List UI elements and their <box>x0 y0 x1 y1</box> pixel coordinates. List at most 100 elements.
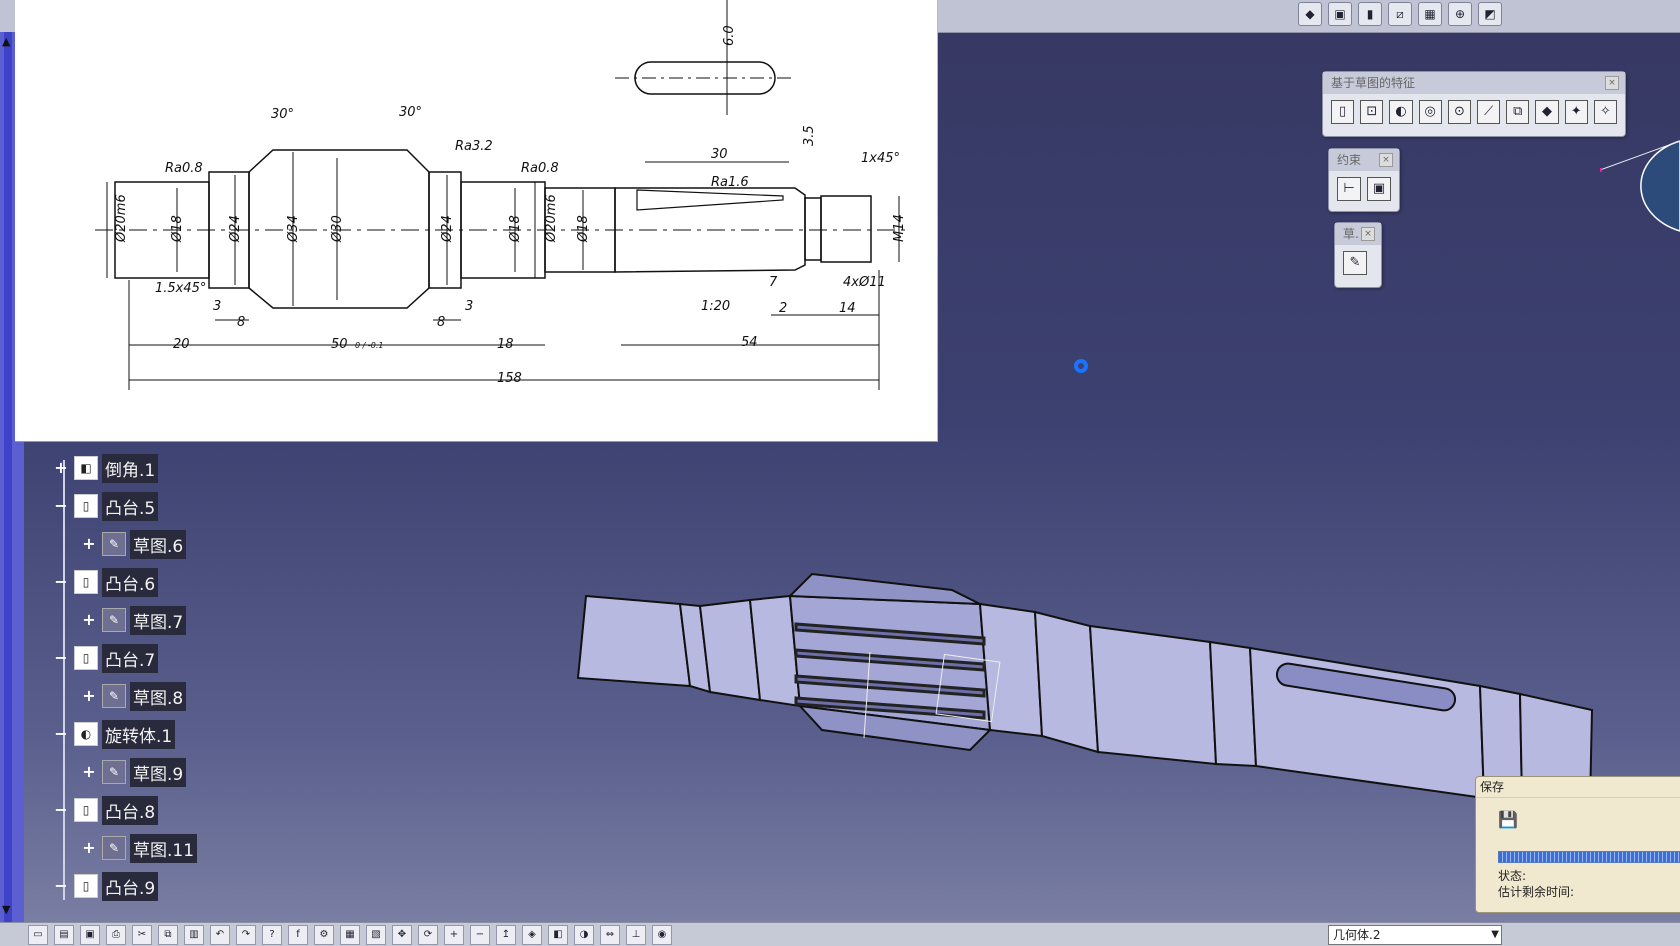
tree-node-label[interactable]: 倒角.1 <box>102 453 159 483</box>
undo-icon[interactable]: ↶ <box>210 925 230 945</box>
tree-node-sketch-8[interactable]: + ✎ 草图.8 <box>82 681 187 711</box>
tree-node-sketch-6[interactable]: + ✎ 草图.6 <box>82 529 187 559</box>
tree-node-sketch-7[interactable]: + ✎ 草图.7 <box>82 605 187 635</box>
redo-icon[interactable]: ↷ <box>236 925 256 945</box>
macro-icon[interactable]: ▧ <box>366 925 386 945</box>
expand-icon[interactable]: + <box>82 764 96 780</box>
solid-icon[interactable]: ◆ <box>1298 2 1322 26</box>
expand-icon[interactable]: + <box>82 688 96 704</box>
tree-node-pad-8[interactable]: − ▯ 凸台.8 <box>54 795 159 825</box>
slot-icon[interactable]: ⧉ <box>1506 100 1530 124</box>
tree-node-label[interactable]: 草图.6 <box>130 529 187 559</box>
expand-icon[interactable]: + <box>54 460 68 476</box>
measure-icon[interactable]: ⇔ <box>600 925 620 945</box>
pocket-icon[interactable]: ⊡ <box>1360 100 1384 124</box>
stiffener-icon[interactable]: ◆ <box>1535 100 1559 124</box>
panel-title[interactable]: 草. × <box>1335 223 1381 245</box>
tree-node-chamfer-1[interactable]: + ◧ 倒角.1 <box>54 453 159 483</box>
plane-icon[interactable]: ◩ <box>1478 2 1502 26</box>
tree-node-label[interactable]: 草图.7 <box>130 605 187 635</box>
expand-icon[interactable]: + <box>82 536 96 552</box>
expand-icon[interactable]: + <box>82 840 96 856</box>
panel-title[interactable]: 约束 × <box>1329 149 1399 171</box>
rotate-icon[interactable]: ⟳ <box>418 925 438 945</box>
tree-node-label[interactable]: 草图.11 <box>130 833 198 863</box>
save-progress-dialog[interactable]: 保存 💾 状态: 估计剩余时间: <box>1475 776 1680 913</box>
tree-node-label[interactable]: 草图.8 <box>130 681 187 711</box>
tree-node-label[interactable]: 凸台.9 <box>102 871 159 901</box>
collapse-icon[interactable]: − <box>54 498 68 514</box>
scroll-up-icon[interactable]: ▲ <box>2 36 14 48</box>
knowledge-icon[interactable]: ⚙ <box>314 925 334 945</box>
pad-icon[interactable]: ▯ <box>1331 100 1355 124</box>
iso-view-icon[interactable]: ◈ <box>522 925 542 945</box>
expand-icon[interactable]: + <box>82 612 96 628</box>
collapse-icon[interactable]: − <box>54 802 68 818</box>
zoom-in-icon[interactable]: + <box>444 925 464 945</box>
shaft-3d-model[interactable] <box>560 560 1620 830</box>
scroll-down-icon[interactable]: ▼ <box>2 904 14 916</box>
close-icon[interactable]: × <box>1361 227 1375 241</box>
copy-icon[interactable]: ⧉ <box>158 925 178 945</box>
box-icon[interactable]: ▣ <box>1328 2 1352 26</box>
new-file-icon[interactable]: ▭ <box>28 925 48 945</box>
collapse-icon[interactable]: − <box>54 574 68 590</box>
cut-icon[interactable]: ✂ <box>132 925 152 945</box>
tree-node-label[interactable]: 旋转体.1 <box>102 719 176 749</box>
pan-icon[interactable]: ✥ <box>392 925 412 945</box>
remove-loft-icon[interactable]: ✧ <box>1593 100 1618 124</box>
tree-node-label[interactable]: 凸台.6 <box>102 567 159 597</box>
table-icon[interactable]: ▦ <box>340 925 360 945</box>
close-icon[interactable]: × <box>1605 76 1619 90</box>
panel-title[interactable]: 基于草图的特征 × <box>1323 72 1625 94</box>
tree-node-pad-6[interactable]: − ▯ 凸台.6 <box>54 567 159 597</box>
whats-this-icon[interactable]: ? <box>262 925 282 945</box>
constraint-panel[interactable]: 约束 × ⊢ ▣ <box>1328 148 1400 212</box>
hole-icon[interactable]: ⊙ <box>1447 100 1472 124</box>
print-icon[interactable]: ⎙ <box>106 925 126 945</box>
axis-compass-icon[interactable] <box>1600 136 1680 236</box>
hide-show-icon[interactable]: ◑ <box>574 925 594 945</box>
groove-icon[interactable]: ◎ <box>1418 100 1442 124</box>
sketch-based-features-panel[interactable]: 基于草图的特征 × ▯ ⊡ ◐ ◎ ⊙ ⟋ ⧉ ◆ ✦ ✧ <box>1322 71 1626 137</box>
tree-node-label[interactable]: 凸台.7 <box>102 643 159 673</box>
paste-icon[interactable]: ▥ <box>184 925 204 945</box>
tree-node-label[interactable]: 草图.9 <box>130 757 187 787</box>
busy-cursor-icon <box>1074 359 1088 373</box>
collapse-icon[interactable]: − <box>54 650 68 666</box>
tree-node-sketch-9[interactable]: + ✎ 草图.9 <box>82 757 187 787</box>
zoom-out-icon[interactable]: − <box>470 925 490 945</box>
constraint-dialog-icon[interactable]: ▣ <box>1367 177 1391 201</box>
slice-icon[interactable]: ⧄ <box>1388 2 1412 26</box>
collapse-icon[interactable]: − <box>54 878 68 894</box>
tree-node-label[interactable]: 凸台.5 <box>102 491 159 521</box>
pad-icon[interactable]: ▮ <box>1358 2 1382 26</box>
chevron-down-icon[interactable]: ▼ <box>1491 926 1499 944</box>
shaft-icon[interactable]: ◐ <box>1389 100 1413 124</box>
shaft-icon: ◐ <box>74 722 98 746</box>
shading-icon[interactable]: ◧ <box>548 925 568 945</box>
normal-view-icon[interactable]: ↥ <box>496 925 516 945</box>
loft-icon[interactable]: ✦ <box>1564 100 1588 124</box>
tree-node-pad-9[interactable]: − ▯ 凸台.9 <box>54 871 159 901</box>
close-icon[interactable]: × <box>1379 153 1393 167</box>
formula-icon[interactable]: f <box>288 925 308 945</box>
tree-node-label[interactable]: 凸台.8 <box>102 795 159 825</box>
sketcher-panel[interactable]: 草. × ✎ <box>1334 222 1382 288</box>
collapse-icon[interactable]: − <box>54 726 68 742</box>
crosshair-icon[interactable]: ⊕ <box>1448 2 1472 26</box>
rib-icon[interactable]: ⟋ <box>1477 100 1501 124</box>
camera-icon[interactable]: ◉ <box>652 925 672 945</box>
sketch-icon[interactable]: ✎ <box>1343 251 1367 275</box>
tree-node-shaft-1[interactable]: − ◐ 旋转体.1 <box>54 719 176 749</box>
open-folder-icon[interactable]: ▤ <box>54 925 74 945</box>
body-select[interactable]: 几何体.2 ▼ <box>1328 925 1502 945</box>
tree-node-pad-7[interactable]: − ▯ 凸台.7 <box>54 643 159 673</box>
axis-icon[interactable]: ⊥ <box>626 925 646 945</box>
scrollbar-track[interactable] <box>4 32 12 922</box>
grid-icon[interactable]: ▦ <box>1418 2 1442 26</box>
constraint-icon[interactable]: ⊢ <box>1337 177 1361 201</box>
save-icon[interactable]: ▣ <box>80 925 100 945</box>
tree-node-pad-5[interactable]: − ▯ 凸台.5 <box>54 491 159 521</box>
tree-node-sketch-11[interactable]: + ✎ 草图.11 <box>82 833 198 863</box>
